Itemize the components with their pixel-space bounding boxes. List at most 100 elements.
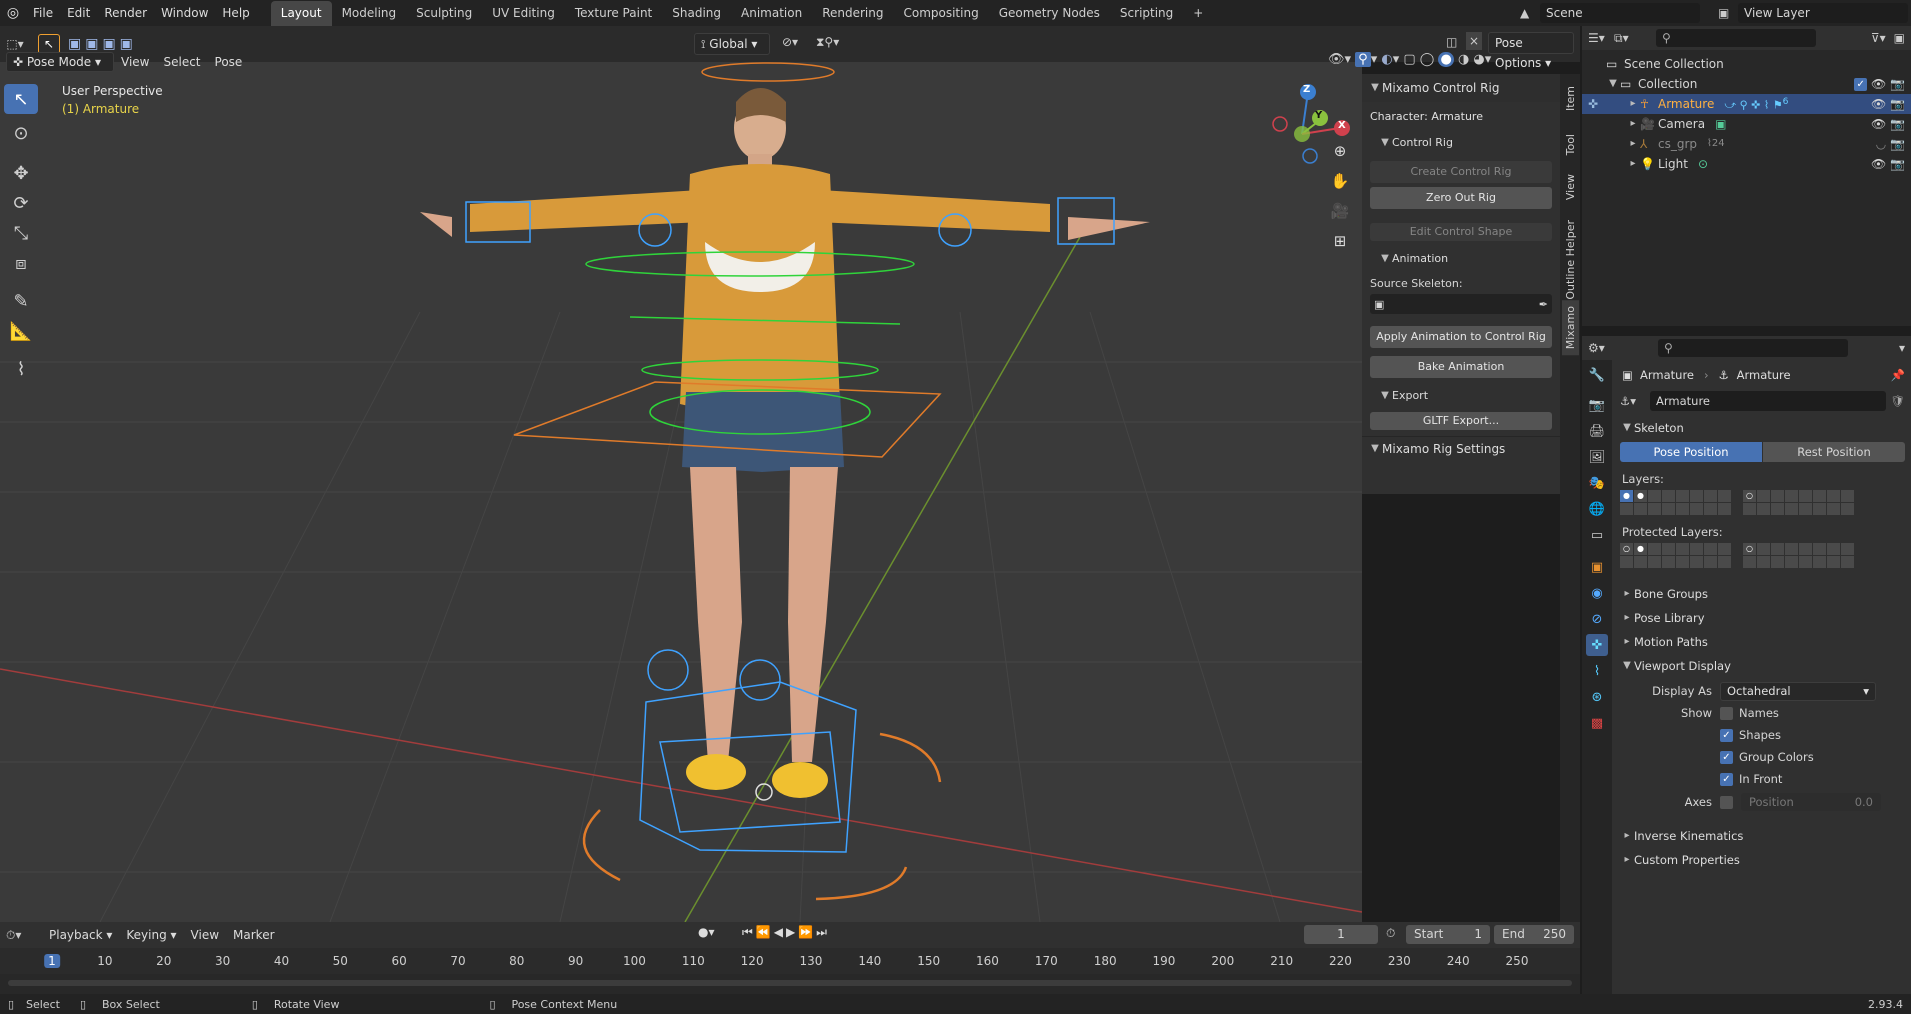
menu-select[interactable]: Select xyxy=(156,52,207,72)
layers-grid-right[interactable]: ○ xyxy=(1743,490,1854,515)
apply-animation-button[interactable]: Apply Animation to Control Rig xyxy=(1370,326,1552,348)
tool-settings-icon[interactable]: 🔧 xyxy=(1586,364,1608,386)
protected-layers-left[interactable]: ○ ● xyxy=(1620,543,1731,568)
bone-tool-icon[interactable]: ⌇ xyxy=(4,354,38,384)
tab-view[interactable]: View xyxy=(1562,168,1579,206)
pivot-icon[interactable]: ⊘▾ xyxy=(782,35,798,49)
expand-icon[interactable]: ▸ xyxy=(1626,134,1640,154)
expand-icon[interactable]: ▼ xyxy=(1606,74,1620,94)
tab-tool[interactable]: Tool xyxy=(1562,128,1579,161)
menu-render[interactable]: Render xyxy=(97,0,154,26)
zero-out-rig-button[interactable]: Zero Out Rig xyxy=(1370,187,1552,209)
render-properties-icon[interactable]: 📷 xyxy=(1586,394,1608,416)
outliner-search-input[interactable]: ⚲ xyxy=(1656,29,1816,47)
menu-view[interactable]: View xyxy=(114,52,156,72)
visibility-eye-icon[interactable]: 👁 xyxy=(1871,77,1886,91)
transform-tool-icon[interactable]: ⧈ xyxy=(4,248,38,278)
menu-edit[interactable]: Edit xyxy=(60,0,97,26)
view-layer-name-field[interactable]: View Layer xyxy=(1738,2,1908,23)
expand-icon[interactable]: ▸ xyxy=(1626,94,1640,114)
pan-hand-icon[interactable]: ✋ xyxy=(1326,172,1354,202)
menu-pose[interactable]: Pose xyxy=(208,52,250,72)
scene-selector[interactable]: ▲ Scene xyxy=(1520,2,1700,23)
armature-name-field[interactable]: Armature xyxy=(1650,391,1887,411)
tab-modeling[interactable]: Modeling xyxy=(332,1,407,26)
properties-search-input[interactable]: ⚲ xyxy=(1658,339,1848,357)
menu-timeline-view[interactable]: View xyxy=(184,925,226,945)
menu-marker[interactable]: Marker xyxy=(226,925,281,945)
names-checkbox[interactable] xyxy=(1720,706,1733,720)
tab-animation[interactable]: Animation xyxy=(731,1,812,26)
scene-properties-icon[interactable]: 🎭 xyxy=(1586,472,1608,494)
render-camera-icon[interactable]: 📷 xyxy=(1890,137,1905,151)
filter-icon[interactable]: ⊽▾ xyxy=(1871,31,1886,45)
camera-view-icon[interactable]: 🎥 xyxy=(1326,202,1354,232)
rest-position-button[interactable]: Rest Position xyxy=(1763,442,1905,462)
fake-user-icon[interactable]: 🛡 xyxy=(1890,394,1905,408)
armature-data-icon[interactable]: ✜ xyxy=(1586,634,1608,656)
subpanel-export[interactable]: ▼ Export xyxy=(1362,384,1560,408)
timeline-editor-icon[interactable]: ⏱▾ xyxy=(6,928,42,943)
pose-options-dropdown[interactable]: Pose Options ▾ xyxy=(1488,32,1574,70)
protected-layers-grid[interactable]: ○ ● ○ xyxy=(1614,543,1911,568)
current-frame-field[interactable]: 1 xyxy=(1304,925,1378,944)
mode-dropdown[interactable]: ✜ Pose Mode ▾ xyxy=(6,52,114,72)
tab-geometry-nodes[interactable]: Geometry Nodes xyxy=(989,1,1110,26)
render-camera-icon[interactable]: 📷 xyxy=(1890,157,1905,171)
rotate-tool-icon[interactable]: ⟳ xyxy=(4,188,38,218)
physics-properties-icon[interactable]: ◉ xyxy=(1586,582,1608,604)
record-button[interactable]: ●▾ xyxy=(698,925,715,939)
add-workspace-button[interactable]: + xyxy=(1183,1,1213,26)
select-box-tool-icon[interactable]: ↖ xyxy=(4,84,38,114)
start-frame-field[interactable]: Start 1 xyxy=(1406,925,1490,944)
in-front-checkbox[interactable]: ✓ xyxy=(1720,772,1733,786)
tab-texture-paint[interactable]: Texture Paint xyxy=(565,1,662,26)
menu-keying[interactable]: Keying ▾ xyxy=(119,925,183,945)
tab-rendering[interactable]: Rendering xyxy=(812,1,893,26)
menu-help[interactable]: Help xyxy=(215,0,256,26)
world-properties-icon[interactable]: 🌐 xyxy=(1586,498,1608,520)
zoom-icon[interactable]: ⊕ xyxy=(1326,142,1354,172)
view-layer-selector[interactable]: ▣ View Layer xyxy=(1718,2,1908,23)
exclude-checkbox[interactable]: ✓ xyxy=(1854,78,1868,91)
playback-controls[interactable]: ⏮⏪◀▶⏩⏭ xyxy=(742,925,830,940)
render-camera-icon[interactable]: 📷 xyxy=(1890,97,1905,111)
editor-type-icon[interactable]: ⬚▾ xyxy=(0,37,30,51)
preview-range-icon[interactable]: ⏱ xyxy=(1386,926,1395,941)
panel-custom-properties[interactable]: ▸ Custom Properties xyxy=(1614,848,1911,872)
menu-file[interactable]: File xyxy=(26,0,60,26)
output-properties-icon[interactable]: 🖨 xyxy=(1586,420,1608,442)
timeline-scrollbar[interactable] xyxy=(8,980,1572,986)
scale-tool-icon[interactable]: ⤡ xyxy=(4,218,38,248)
bone-properties-icon[interactable]: ⌇ xyxy=(1586,660,1608,682)
protected-layers-right[interactable]: ○ xyxy=(1743,543,1854,568)
tab-item[interactable]: Item xyxy=(1562,80,1579,117)
outliner-editor-icon[interactable]: ☰▾ xyxy=(1588,31,1614,45)
end-frame-field[interactable]: End 250 xyxy=(1494,925,1574,944)
expand-icon[interactable]: ▸ xyxy=(1626,114,1640,134)
outliner-row-collection[interactable]: ▼ ▭ Collection ✓ 👁 📷 xyxy=(1582,74,1911,94)
bake-animation-button[interactable]: Bake Animation xyxy=(1370,356,1552,378)
panel-motion-paths[interactable]: ▸ Motion Paths xyxy=(1614,630,1911,654)
visibility-eye-icon[interactable]: 👁 xyxy=(1871,97,1886,111)
cursor-tool-icon[interactable]: ⊙ xyxy=(4,118,38,148)
options-icon[interactable]: ▾ xyxy=(1899,341,1905,355)
tab-mixamo[interactable]: Mixamo xyxy=(1562,300,1579,356)
tab-compositing[interactable]: Compositing xyxy=(893,1,988,26)
pose-position-button[interactable]: Pose Position xyxy=(1620,442,1762,462)
tab-uv-editing[interactable]: UV Editing xyxy=(482,1,565,26)
panel-bone-groups[interactable]: ▸ Bone Groups xyxy=(1614,582,1911,606)
tab-layout[interactable]: Layout xyxy=(270,1,332,26)
subpanel-control-rig[interactable]: ▼ Control Rig xyxy=(1362,131,1560,155)
panel-mixamo-control-rig[interactable]: ▼ Mixamo Control Rig xyxy=(1362,74,1560,102)
3d-viewport[interactable]: Z Y X User Perspective (1) Armature ⊕ ✋ … xyxy=(0,62,1362,922)
layers-grid-left[interactable]: ● ● xyxy=(1620,490,1731,515)
render-camera-icon[interactable]: 📷 xyxy=(1890,117,1905,131)
panel-skeleton[interactable]: ▼ Skeleton xyxy=(1614,416,1911,440)
snap-icon[interactable]: ⧗⚲▾ xyxy=(816,35,839,50)
frame-ruler[interactable]: 1 10 20 30 40 50 60 70 80 90 100 110 120 130 140 150 160… xyxy=(0,948,1580,974)
axes-position-field[interactable]: Position 0.0 xyxy=(1741,793,1881,811)
eyedropper-icon[interactable]: ✒ xyxy=(1539,298,1548,311)
properties-editor-icon[interactable]: ⚙▾ xyxy=(1588,341,1618,355)
group-colors-checkbox[interactable]: ✓ xyxy=(1720,750,1733,764)
